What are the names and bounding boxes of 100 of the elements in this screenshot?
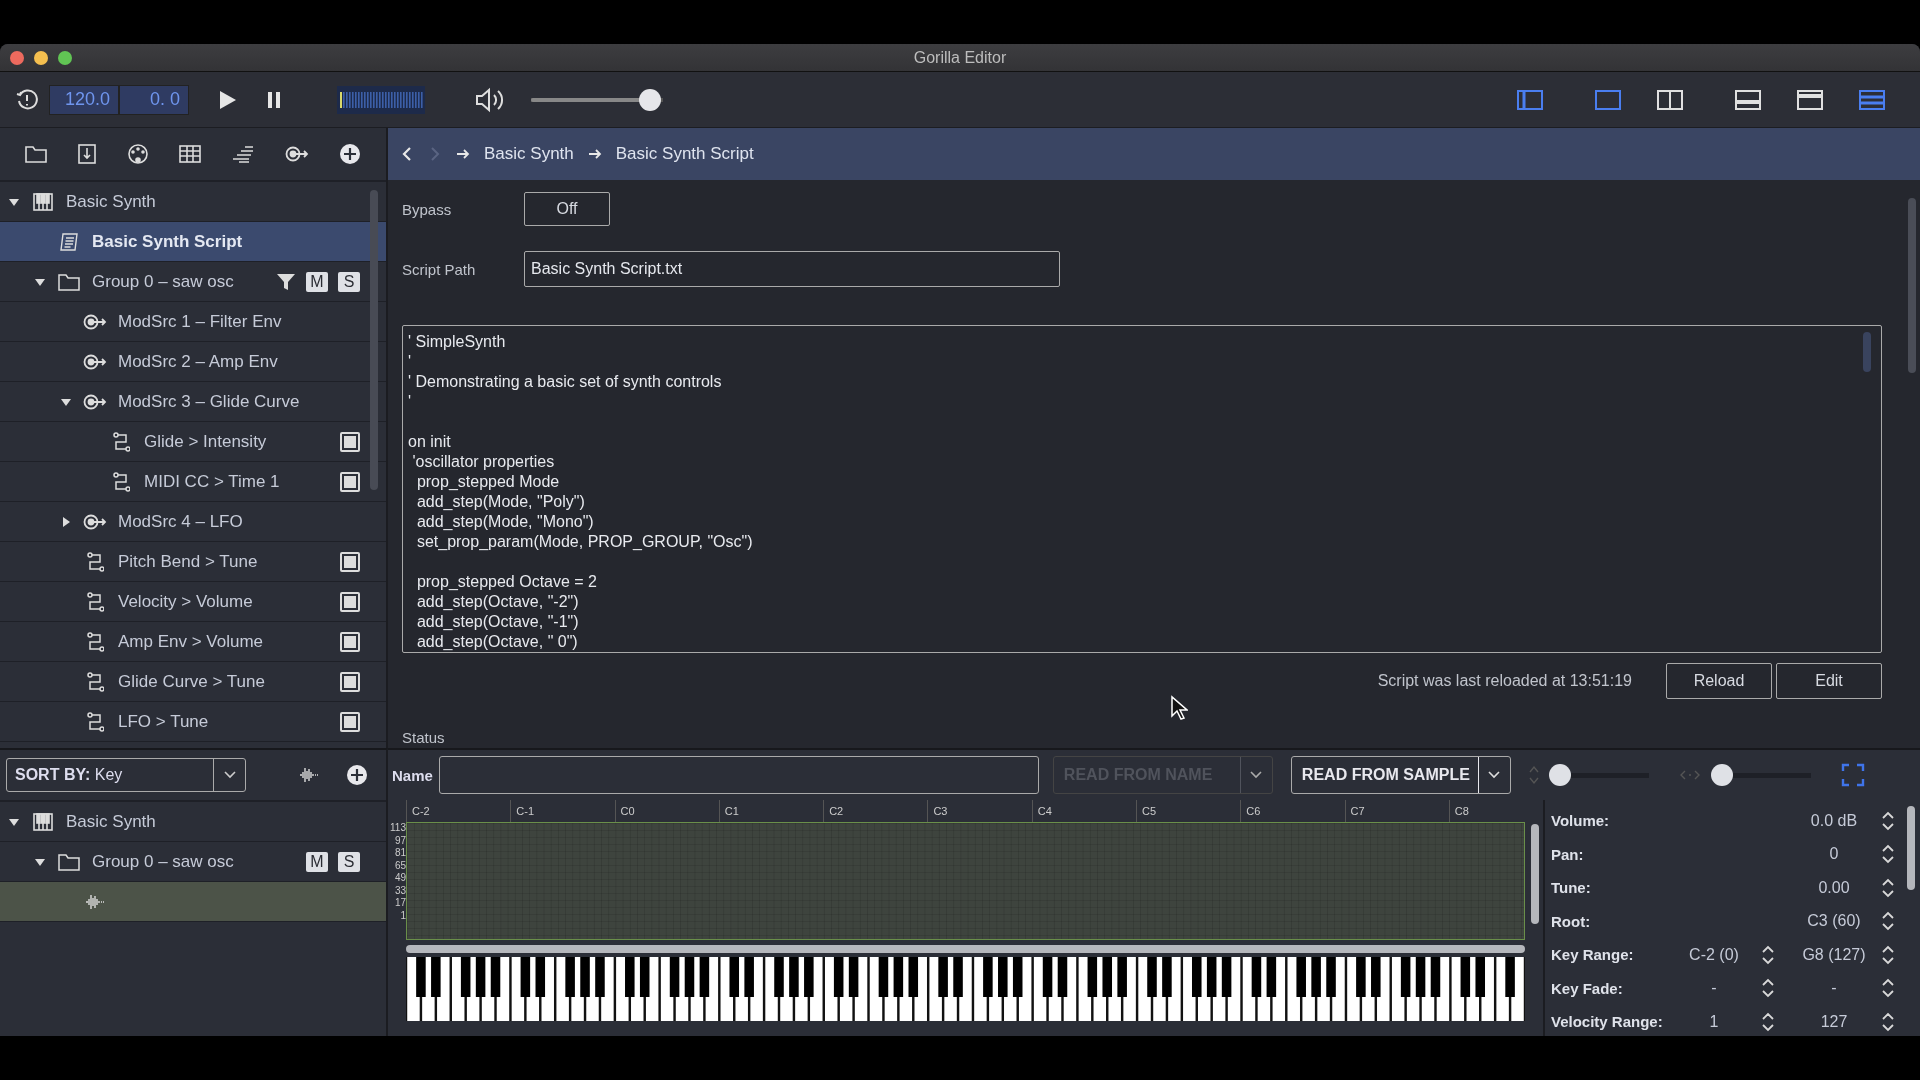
caret-icon	[1249, 770, 1264, 780]
velocity-label: 1	[399, 909, 406, 922]
stepper-icon[interactable]	[1761, 943, 1775, 966]
modulator-icon	[83, 392, 107, 411]
tree-item[interactable]: Pitch Bend > Tune	[0, 542, 386, 582]
property-value[interactable]: C3 (60)	[1797, 912, 1871, 931]
velocity-label: 65	[393, 859, 406, 872]
scrollbar[interactable]	[406, 945, 1525, 953]
property-value[interactable]: -	[1677, 979, 1751, 998]
tree-item[interactable]: Glide Curve > Tune	[0, 662, 386, 702]
tree-item[interactable]: Basic Synth Script	[0, 222, 386, 262]
stepper-icon[interactable]	[1881, 843, 1895, 866]
field-label: Script Path	[402, 260, 477, 278]
stepper-icon[interactable]	[1761, 977, 1775, 1000]
slider-thumb[interactable]	[1710, 764, 1733, 786]
checkbox[interactable]	[340, 431, 360, 452]
zoom-button[interactable]	[58, 51, 72, 65]
action-button[interactable]: Reload	[1666, 663, 1772, 699]
stepper-icon[interactable]	[1881, 943, 1895, 966]
scrollbar[interactable]	[370, 190, 378, 490]
play-icon[interactable]	[219, 89, 237, 110]
view-toggle-icon[interactable]	[1858, 87, 1886, 112]
checkbox[interactable]	[340, 551, 360, 572]
folder-icon[interactable]	[25, 145, 47, 163]
toggle-button[interactable]: M	[306, 851, 328, 872]
dropdown[interactable]: READ FROM SAMPLE	[1290, 756, 1511, 794]
velocity-label: 33	[393, 884, 406, 897]
caret-icon	[1487, 770, 1502, 780]
property-value[interactable]: 1	[1677, 1012, 1751, 1031]
fit-to-view-icon[interactable]	[1840, 763, 1865, 787]
script-path-field[interactable]: Basic Synth Script.txt	[524, 251, 1060, 287]
bypass-button[interactable]: Off	[524, 192, 610, 226]
modulator-icon[interactable]	[285, 145, 309, 163]
stepper-icon[interactable]	[1881, 1010, 1895, 1033]
toggle-button[interactable]: S	[338, 851, 360, 872]
lines-icon[interactable]	[231, 145, 255, 163]
slider-thumb[interactable]	[638, 88, 661, 111]
knob-icon[interactable]	[127, 143, 149, 165]
toggle-button[interactable]: S	[338, 271, 360, 292]
disclosure-arrow[interactable]	[60, 515, 72, 528]
scrollbar[interactable]	[1908, 198, 1916, 373]
tree-item[interactable]: Velocity > Volume	[0, 582, 386, 622]
velocity-label: 97	[393, 834, 406, 847]
breadcrumb-link[interactable]: Basic Synth Script	[615, 144, 754, 164]
stepper-icon[interactable]	[1881, 809, 1895, 832]
stepper-icon[interactable]	[1761, 1010, 1775, 1033]
back-icon[interactable]	[400, 146, 414, 162]
view-toggle-icon[interactable]	[1796, 87, 1824, 112]
property-value[interactable]: G8 (127)	[1797, 945, 1871, 964]
add-icon[interactable]	[339, 143, 361, 165]
property-value[interactable]: 0	[1797, 845, 1871, 864]
property-label: Root:	[1551, 912, 1592, 930]
toggle-button[interactable]: M	[306, 271, 328, 292]
velocity-label: 113	[389, 822, 406, 835]
export-icon[interactable]	[77, 143, 97, 165]
script-text: ' SimpleSynth ' ' Demonstrating a basic set of synth controls ' on init 'oscillator properties prop_stepped Mode add_step(Mode, "Poly") add_step(Mode, "Mono") set_prop_param(Mode, PROP_GROUP, "Osc") prop_stepped Octave = 2 add_step(Octave, "-2") add_step(Octave, "-1") add_step(Octave, " 0")	[402, 325, 1882, 653]
checkbox[interactable]	[340, 471, 360, 492]
minimize-button[interactable]	[34, 51, 48, 65]
tempo-field[interactable]: 120.0	[49, 84, 119, 115]
stepper-icon[interactable]	[1881, 910, 1895, 933]
property-value[interactable]: 0.00	[1797, 878, 1871, 897]
breadcrumb-link[interactable]: Basic Synth	[484, 144, 574, 164]
name-field[interactable]	[438, 756, 1039, 794]
property-value[interactable]: 0.0 dB	[1797, 811, 1871, 830]
pause-icon[interactable]	[267, 90, 281, 109]
tree-item[interactable]: Amp Env > Volume	[0, 622, 386, 662]
alert-icon[interactable]	[15, 87, 39, 112]
waveform-icon	[84, 892, 106, 911]
scrollbar[interactable]	[1907, 806, 1915, 890]
grid-icon[interactable]	[179, 144, 201, 164]
slider-thumb[interactable]	[1548, 764, 1571, 786]
checkbox[interactable]	[340, 671, 360, 692]
property-value[interactable]: C-2 (0)	[1677, 945, 1751, 964]
property-value[interactable]: -	[1797, 979, 1871, 998]
stepper-icon[interactable]	[1881, 977, 1895, 1000]
property-label: Velocity Range:	[1551, 1013, 1664, 1031]
position-field[interactable]: 0. 0	[119, 84, 189, 115]
property-value[interactable]: 127	[1797, 1012, 1871, 1031]
checkbox[interactable]	[340, 631, 360, 652]
view-toggle-icon[interactable]	[1734, 87, 1762, 112]
close-button[interactable]	[10, 51, 24, 65]
piano-keyboard-drawing[interactable]	[406, 957, 1525, 1021]
checkbox[interactable]	[340, 711, 360, 732]
tree-item[interactable]: Basic Synth	[0, 802, 386, 842]
checkbox[interactable]	[340, 591, 360, 612]
window-title: Gorilla Editor	[913, 48, 1007, 67]
scrollbar[interactable]	[1863, 332, 1871, 372]
scrollbar[interactable]	[1531, 824, 1539, 924]
tree-item[interactable]: ModSrc 4 – LFO	[0, 502, 386, 542]
filter-icon[interactable]	[276, 271, 296, 292]
stepper-icon[interactable]	[1881, 876, 1895, 899]
add-icon[interactable]	[346, 764, 368, 786]
waveform-icon[interactable]	[298, 766, 320, 784]
tree-item[interactable]: LFO > Tune	[0, 702, 386, 742]
sort-dropdown[interactable]: SORT BY: Key	[6, 758, 246, 792]
view-toggle-icon[interactable]	[1516, 87, 1544, 112]
caret-icon	[222, 770, 237, 780]
view-toggle-icon[interactable]	[1594, 87, 1622, 112]
view-toggle-icon[interactable]	[1656, 87, 1684, 112]
action-button[interactable]: Edit	[1776, 663, 1882, 699]
